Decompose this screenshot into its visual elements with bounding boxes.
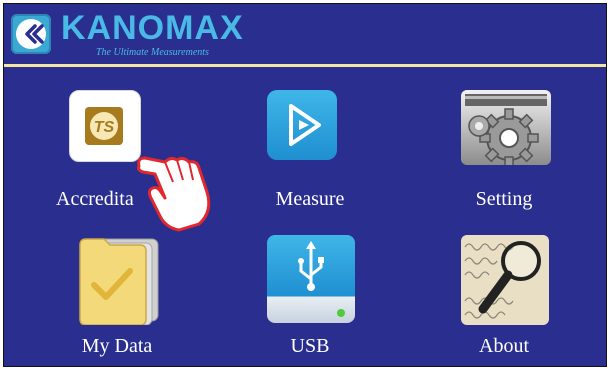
play-triangle-icon (267, 90, 337, 160)
menu-label-measure: Measure (275, 188, 345, 210)
gear-icon (461, 90, 551, 165)
header-divider (4, 64, 606, 67)
double-chevron-left-icon (25, 24, 44, 44)
menu-label-setting: Setting (475, 188, 533, 210)
magnifier-icon (461, 235, 549, 325)
menu-label-my-data: My Data (81, 335, 153, 357)
usb-drive-icon (267, 235, 355, 323)
brand-tagline: The Ultimate Measurements (96, 47, 209, 58)
menu-item-my-data[interactable]: My Data (52, 235, 182, 360)
svg-text:TS: TS (94, 119, 115, 136)
menu-item-setting[interactable]: Setting (434, 90, 574, 220)
menu-item-measure[interactable]: Measure (245, 90, 375, 220)
menu-label-about: About (479, 335, 529, 357)
device-screen: KANOMAX The Ultimate Measurements TS Acc… (3, 3, 607, 367)
menu-label-accreditation: Accredita (56, 188, 134, 210)
pointer-hand-icon (137, 156, 211, 232)
back-button[interactable] (11, 14, 51, 54)
folder-check-icon (74, 235, 162, 325)
brand-name: KANOMAX (61, 9, 244, 47)
menu-label-usb: USB (290, 335, 330, 357)
menu-item-usb[interactable]: USB (245, 235, 375, 360)
menu-item-about[interactable]: About (434, 235, 574, 360)
header-bar: KANOMAX The Ultimate Measurements (4, 4, 606, 64)
